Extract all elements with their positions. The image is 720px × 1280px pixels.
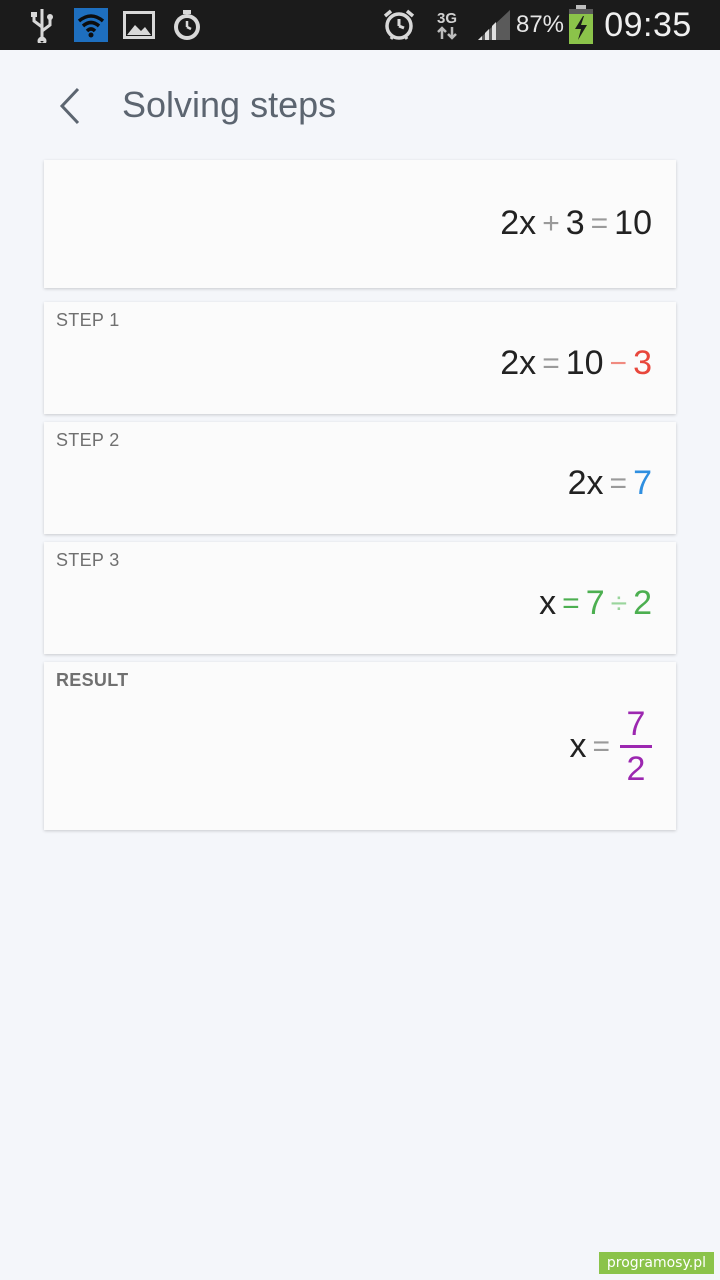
step-card-3: STEP 3 x = 7 ÷ 2	[44, 542, 676, 654]
operator: ÷	[610, 586, 628, 620]
fraction-numerator: 7	[626, 705, 646, 743]
equals-sign: =	[590, 206, 609, 240]
highlighted-term: 2	[633, 584, 652, 622]
problem-equation: 2x + 3 = 10	[500, 204, 652, 243]
watermark: programosy.pl	[598, 1252, 714, 1274]
step-card-2: STEP 2 2x = 7	[44, 422, 676, 534]
usb-icon	[26, 0, 58, 50]
equals-sign: =	[609, 466, 628, 500]
highlighted-term: 3	[633, 344, 652, 382]
term: x	[569, 727, 587, 765]
result-card: RESULT x = 7 2	[44, 662, 676, 830]
operator: −	[609, 346, 628, 380]
term: 10	[614, 204, 652, 242]
step-equation: 2x = 7	[568, 464, 652, 503]
network-type: 3G	[430, 0, 464, 50]
step-card-1: STEP 1 2x = 10 − 3	[44, 302, 676, 414]
header: Solving steps	[0, 50, 720, 160]
step-label: STEP 2	[56, 430, 120, 450]
problem-card: 2x + 3 = 10	[44, 160, 676, 288]
term: 2x	[567, 464, 604, 502]
back-button[interactable]	[46, 82, 94, 130]
step-equation: x = 7 ÷ 2	[539, 584, 652, 623]
fraction: 7 2	[620, 704, 652, 789]
page-title: Solving steps	[122, 84, 337, 125]
battery-percent: 87%	[515, 11, 565, 38]
term: x	[539, 584, 557, 622]
chevron-left-icon	[59, 87, 80, 125]
wifi-icon	[74, 0, 108, 50]
stopwatch-icon	[169, 0, 205, 50]
result-equation: x = 7 2	[569, 704, 652, 789]
highlighted-term: 7	[585, 584, 605, 622]
equals-sign: =	[592, 729, 610, 763]
data-arrows-icon	[437, 25, 457, 40]
step-label: STEP 1	[56, 310, 120, 330]
fraction-denominator: 2	[626, 750, 646, 788]
step-equation: 2x = 10 − 3	[500, 344, 652, 383]
result-label: RESULT	[56, 670, 129, 690]
term: 2x	[500, 204, 537, 242]
operator: +	[542, 206, 560, 240]
term: 10	[565, 344, 604, 382]
status-bar: 3G 87% 09:35	[0, 0, 720, 50]
term: 3	[565, 204, 585, 242]
step-label: STEP 3	[56, 550, 120, 570]
fraction-bar	[620, 745, 652, 748]
term: 2x	[500, 344, 537, 382]
equals-sign: =	[562, 586, 580, 620]
highlighted-term: 7	[633, 464, 652, 502]
equals-sign: =	[542, 346, 560, 380]
signal-icon	[476, 0, 512, 50]
clock: 09:35	[604, 5, 692, 44]
alarm-icon	[381, 0, 417, 50]
battery-charging-icon	[566, 0, 596, 50]
gallery-icon	[122, 0, 156, 50]
